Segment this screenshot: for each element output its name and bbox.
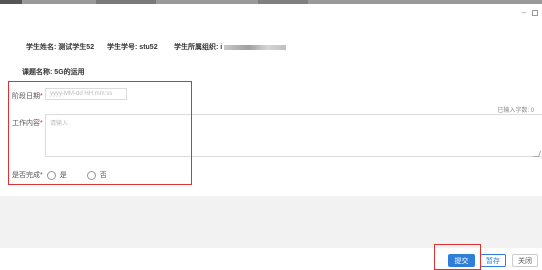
student-org-label: 学生所属组织:	[174, 44, 219, 51]
topic-name: 课题名称: 5G的运用	[22, 67, 85, 77]
student-org-value: i	[220, 44, 223, 51]
student-name: 学生姓名: 测试学生52	[26, 42, 94, 52]
redacted-org-value	[224, 44, 287, 50]
work-content-textarea[interactable]: 请输入	[45, 114, 542, 157]
content-label-text: 工作内容	[12, 120, 40, 127]
required-mark: *	[40, 172, 43, 179]
strip-segment	[96, 0, 156, 4]
complete-label: 是否完成*	[12, 170, 43, 180]
stage-date-input[interactable]: yyyy-MM-dd HH:mm:ss	[45, 88, 127, 100]
student-org: 学生所属组织: i	[174, 42, 287, 52]
complete-label-text: 是否完成	[12, 172, 40, 179]
topic-value: 5G的运用	[54, 69, 85, 76]
content-placeholder: 请输入	[50, 121, 69, 127]
strip-segment	[258, 0, 308, 4]
content-field-label: 工作内容*	[12, 118, 43, 128]
topic-label: 课题名称:	[22, 69, 53, 76]
close-button[interactable]: 关闭	[512, 254, 538, 267]
dialog-spacer	[0, 196, 542, 248]
window-controls: –	[522, 8, 538, 18]
submit-button[interactable]: 提交	[448, 254, 475, 267]
maximize-icon[interactable]	[532, 10, 538, 16]
radio-yes-label[interactable]: 是	[60, 170, 67, 180]
background-window-strip	[0, 0, 542, 4]
student-name-value: 测试学生52	[58, 44, 95, 51]
strip-segment	[0, 0, 22, 4]
student-id-value: stu52	[139, 44, 158, 51]
student-id-label: 学生学号:	[107, 44, 138, 51]
radio-no-label[interactable]: 否	[100, 170, 107, 180]
required-mark: *	[40, 120, 43, 127]
radio-no[interactable]	[86, 170, 96, 180]
radio-yes[interactable]	[46, 170, 56, 180]
save-draft-button[interactable]: 暂存	[480, 254, 506, 267]
required-mark: *	[40, 93, 43, 100]
char-counter: 已输入字数: 0	[497, 108, 534, 114]
date-label-text: 阶段日期	[12, 93, 40, 100]
date-placeholder: yyyy-MM-dd HH:mm:ss	[50, 91, 113, 97]
student-name-label: 学生姓名:	[26, 44, 57, 51]
completion-field: 是否完成* 是 否	[12, 170, 107, 180]
minimize-button[interactable]: –	[522, 8, 526, 18]
date-field-label: 阶段日期*	[12, 91, 43, 101]
student-id: 学生学号: stu52	[107, 42, 158, 52]
